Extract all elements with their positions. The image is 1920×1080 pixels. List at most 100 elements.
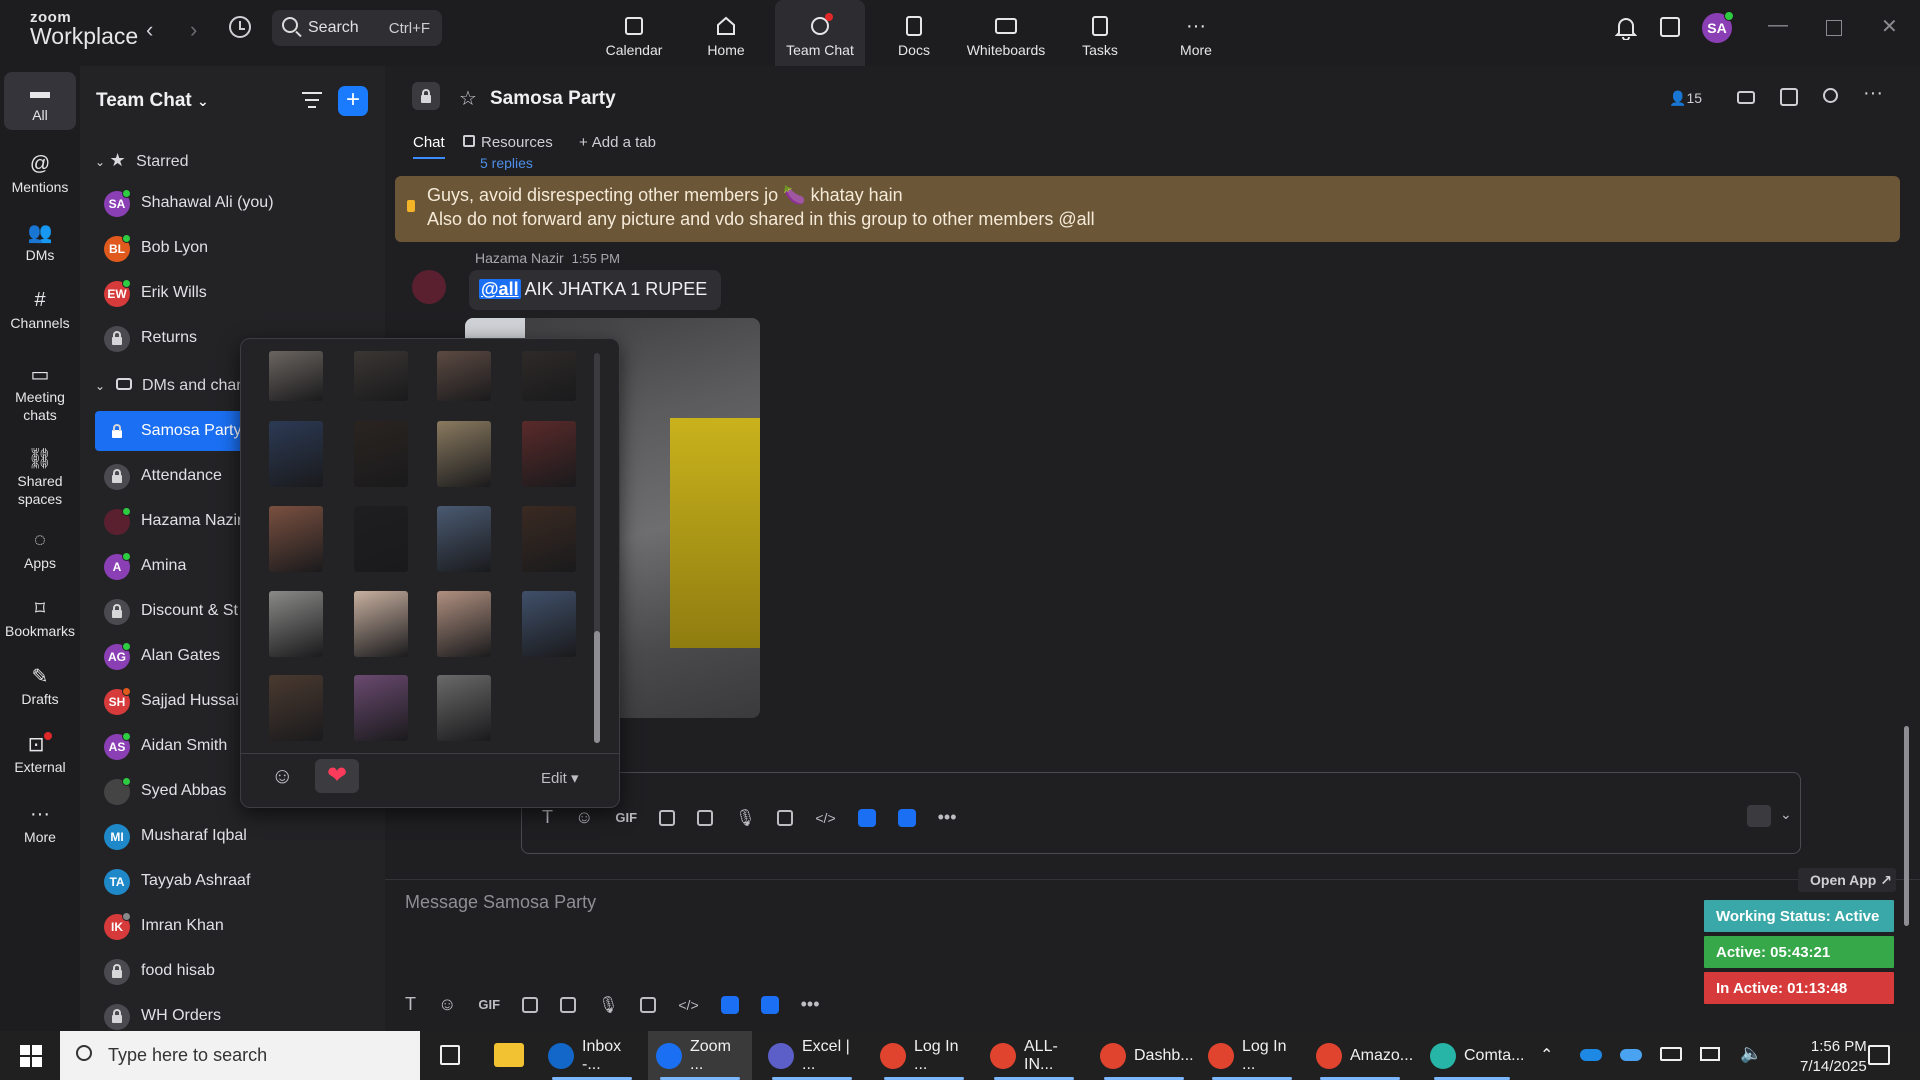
format-text-icon[interactable]: T bbox=[542, 807, 553, 828]
filter-icon[interactable] bbox=[302, 92, 322, 108]
sticker-thumbnail[interactable] bbox=[354, 591, 408, 657]
sticker-thumbnail[interactable] bbox=[354, 351, 408, 401]
calendar-check-icon[interactable] bbox=[1660, 17, 1680, 37]
sidebar-title[interactable]: Team Chat ⌄ bbox=[96, 90, 209, 112]
sticker-thumbnail[interactable] bbox=[269, 421, 323, 487]
rail-external[interactable]: ⊡ External bbox=[4, 724, 76, 782]
replies-link[interactable]: 5 replies bbox=[480, 158, 533, 170]
popover-scrollbar-thumb[interactable] bbox=[594, 631, 600, 743]
top-nav-tasks[interactable]: Tasks bbox=[1055, 0, 1145, 66]
taskbar-item-7[interactable]: Amazo... bbox=[1308, 1031, 1413, 1080]
taskbar-item-2[interactable]: Excel | ... bbox=[760, 1031, 864, 1080]
bell-icon[interactable] bbox=[1614, 16, 1638, 45]
taskbar-item-6[interactable]: Log In ... bbox=[1200, 1031, 1304, 1080]
sender-name[interactable]: Hazama Nazir bbox=[475, 250, 564, 266]
file-icon[interactable] bbox=[659, 809, 676, 826]
onedrive-personal-icon[interactable] bbox=[1620, 1049, 1642, 1061]
top-nav-more[interactable]: ··· More bbox=[1151, 0, 1241, 66]
emoji-tab-icon[interactable]: ☺ bbox=[271, 763, 293, 789]
send-options-icon[interactable]: ⌄ bbox=[1780, 806, 1792, 823]
gif-icon[interactable]: GIF bbox=[615, 810, 637, 825]
history-icon[interactable] bbox=[229, 16, 251, 38]
mic-icon[interactable]: 🎙 bbox=[735, 808, 755, 828]
rail-channels[interactable]: # Channels bbox=[4, 280, 76, 338]
calendar-icon[interactable] bbox=[1780, 88, 1798, 106]
taskbar-item-8[interactable]: Comta... bbox=[1422, 1031, 1524, 1080]
avatar[interactable]: SA bbox=[1702, 11, 1734, 43]
taskbar-item-1[interactable]: Zoom ... bbox=[648, 1031, 752, 1080]
starred-section[interactable]: ⌄ ★ Starred bbox=[95, 150, 189, 171]
composer-placeholder[interactable]: Message Samosa Party bbox=[405, 892, 596, 913]
tab-chat[interactable]: Chat bbox=[413, 134, 445, 159]
mic-icon[interactable]: 🎙 bbox=[598, 995, 618, 1015]
gif-icon[interactable]: GIF bbox=[478, 997, 500, 1012]
volume-icon[interactable]: 🔈 bbox=[1740, 1043, 1762, 1064]
minimize-icon[interactable]: — bbox=[1768, 14, 1788, 37]
sticker-thumbnail[interactable] bbox=[522, 351, 576, 401]
tray-chevron-icon[interactable]: ⌃ bbox=[1540, 1045, 1553, 1065]
sticker-thumbnail[interactable] bbox=[269, 351, 323, 401]
sidebar-item-imran-khan[interactable]: IK Imran Khan bbox=[95, 906, 378, 946]
edit-button[interactable]: Edit ▾ bbox=[541, 769, 579, 787]
network-icon[interactable] bbox=[1700, 1047, 1720, 1061]
top-nav-team-chat[interactable]: Team Chat bbox=[775, 0, 865, 66]
maximize-icon[interactable] bbox=[1826, 20, 1842, 36]
sender-avatar[interactable] bbox=[412, 270, 446, 304]
sticker-thumbnail[interactable] bbox=[437, 506, 491, 572]
top-nav-calendar[interactable]: Calendar bbox=[589, 0, 679, 66]
open-app-button[interactable]: Open App ↗ bbox=[1798, 868, 1896, 892]
taskbar-item-4[interactable]: ALL-IN... bbox=[982, 1031, 1086, 1080]
sticker-thumbnail[interactable] bbox=[354, 675, 408, 741]
video-message-icon[interactable] bbox=[640, 996, 657, 1013]
channel-title[interactable]: Samosa Party bbox=[490, 88, 616, 110]
sticker-thumbnail[interactable] bbox=[269, 591, 323, 657]
tab-resources[interactable]: Resources bbox=[463, 134, 553, 151]
taskbar-item-3[interactable]: Log In ... bbox=[872, 1031, 976, 1080]
code-icon[interactable]: </> bbox=[678, 997, 698, 1013]
sticker-thumbnail[interactable] bbox=[437, 351, 491, 401]
rail-dms[interactable]: 👥 DMs bbox=[4, 212, 76, 270]
sidebar-item-wh-orders[interactable]: WH Orders bbox=[95, 996, 378, 1036]
sticker-thumbnail[interactable] bbox=[522, 506, 576, 572]
search-icon[interactable] bbox=[1823, 88, 1838, 103]
sticker-thumbnail[interactable] bbox=[522, 421, 576, 487]
screenshot-icon[interactable] bbox=[560, 996, 577, 1013]
stickers-tab-button[interactable]: ❤ bbox=[315, 759, 359, 793]
file-icon[interactable] bbox=[522, 996, 539, 1013]
forward-arrow-icon[interactable]: › bbox=[190, 17, 197, 43]
rail-meeting-chats[interactable]: ▭ Meeting chats bbox=[4, 354, 76, 424]
app-icon[interactable] bbox=[857, 808, 876, 827]
rail-mentions[interactable]: @ Mentions bbox=[4, 144, 76, 202]
screenshot-icon[interactable] bbox=[697, 809, 714, 826]
taskbar-search[interactable]: Type here to search bbox=[60, 1031, 420, 1080]
rail-shared-spaces[interactable]: ⛓ Shared spaces bbox=[4, 438, 76, 508]
sidebar-item-shahawal-ali-you-[interactable]: SA Shahawal Ali (you) bbox=[95, 183, 378, 223]
windows-start-icon[interactable] bbox=[20, 1045, 42, 1067]
sticker-thumbnail[interactable] bbox=[269, 506, 323, 572]
sticker-thumbnail[interactable] bbox=[522, 591, 576, 657]
sidebar-item-erik-wills[interactable]: EW Erik Wills bbox=[95, 273, 378, 313]
back-arrow-icon[interactable]: ‹ bbox=[146, 17, 153, 43]
rail-apps[interactable]: ◌ Apps bbox=[4, 520, 76, 578]
sticker-thumbnail[interactable] bbox=[354, 506, 408, 572]
more-options-icon[interactable]: ··· bbox=[1863, 82, 1883, 105]
taskbar-clock[interactable]: 1:56 PM 7/14/2025 bbox=[1800, 1037, 1867, 1077]
sidebar-item-musharaf-iqbal[interactable]: MI Musharaf Iqbal bbox=[95, 816, 378, 856]
sticker-thumbnail[interactable] bbox=[354, 421, 408, 487]
chat-app-icon[interactable] bbox=[897, 808, 916, 827]
battery-icon[interactable] bbox=[1660, 1047, 1682, 1061]
mention-all[interactable]: @all bbox=[479, 279, 521, 299]
new-chat-button[interactable]: + bbox=[338, 86, 368, 116]
star-outline-icon[interactable]: ☆ bbox=[459, 86, 477, 111]
file-explorer-icon[interactable] bbox=[494, 1043, 524, 1067]
chat-scrollbar[interactable] bbox=[1904, 726, 1909, 926]
sticker-thumbnail[interactable] bbox=[437, 421, 491, 487]
top-nav-whiteboards[interactable]: Whiteboards bbox=[961, 0, 1051, 66]
send-icon[interactable] bbox=[1747, 805, 1771, 827]
format-text-icon[interactable]: T bbox=[405, 994, 416, 1015]
emoji-icon[interactable]: ☺ bbox=[438, 994, 456, 1015]
taskbar-item-0[interactable]: Inbox -... bbox=[540, 1031, 644, 1080]
sidebar-item-bob-lyon[interactable]: BL Bob Lyon bbox=[95, 228, 378, 268]
emoji-icon[interactable]: ☺ bbox=[575, 807, 593, 828]
video-message-icon[interactable] bbox=[777, 809, 794, 826]
